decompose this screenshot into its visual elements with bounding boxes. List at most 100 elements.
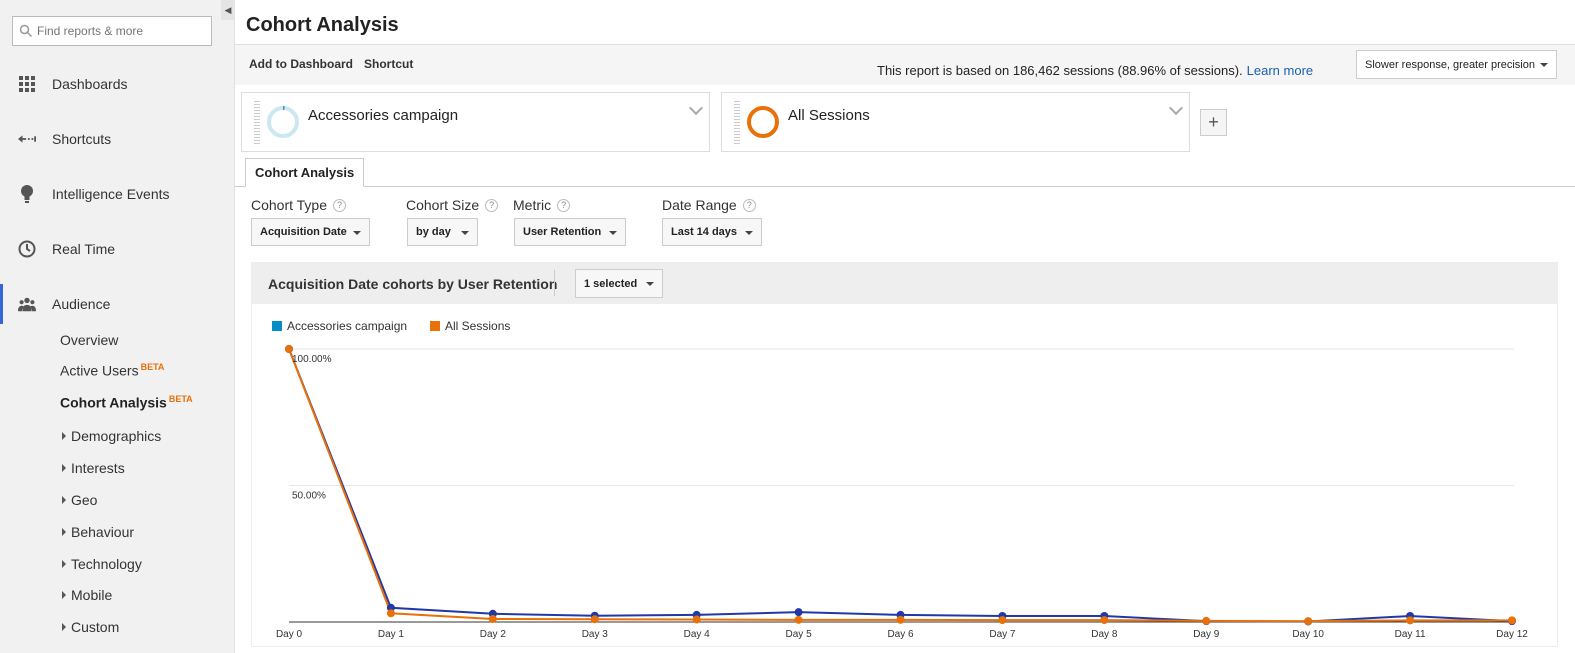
expand-triangle-icon	[62, 464, 66, 472]
data-point-1[interactable]	[998, 616, 1007, 625]
learn-more-link[interactable]: Learn more	[1247, 63, 1313, 78]
nav-intelligence-events[interactable]: Intelligence Events	[0, 174, 235, 214]
help-icon[interactable]: ?	[557, 198, 571, 212]
nav-behaviour[interactable]: Behaviour	[62, 524, 134, 540]
nav-mobile[interactable]: Mobile	[62, 587, 112, 603]
cohort-selection-dropdown[interactable]: 1 selected	[575, 269, 663, 298]
dropdown-value: User Retention	[523, 226, 602, 238]
nav-geo[interactable]: Geo	[62, 492, 97, 508]
dropdown-value: by day	[416, 226, 451, 238]
segment-name: All Sessions	[788, 107, 870, 124]
x-tick-label: Day 12	[1496, 629, 1528, 640]
plus-icon: +	[1208, 112, 1219, 132]
nav-label: Overview	[60, 332, 119, 348]
date-range-label: Date Range?	[662, 197, 756, 213]
drag-handle-icon[interactable]	[734, 101, 740, 145]
shortcut-button[interactable]: Shortcut	[364, 57, 413, 71]
x-tick-label: Day 9	[1193, 629, 1220, 640]
drag-handle-icon[interactable]	[254, 101, 260, 145]
caret-down-icon	[1540, 63, 1548, 67]
cohort-type-dropdown[interactable]: Acquisition Date	[251, 218, 370, 246]
x-tick-label: Day 2	[480, 629, 507, 640]
nav-real-time[interactable]: Real Time	[0, 229, 235, 269]
chevron-down-icon[interactable]	[688, 100, 704, 116]
nav-shortcuts[interactable]: Shortcuts	[0, 119, 235, 159]
caret-down-icon	[353, 231, 361, 235]
x-tick-label: Day 7	[989, 629, 1016, 640]
caret-down-icon	[461, 231, 469, 235]
y-tick-label: 100.00%	[292, 354, 332, 365]
metric-dropdown[interactable]: User Retention	[514, 218, 626, 246]
nav-dashboards[interactable]: Dashboards	[0, 64, 235, 104]
caret-down-icon	[745, 231, 753, 235]
search-input[interactable]	[37, 24, 207, 38]
data-point-1[interactable]	[1100, 616, 1109, 625]
data-point-1[interactable]	[1304, 617, 1313, 626]
nav-label: Behaviour	[71, 524, 135, 540]
data-point-1[interactable]	[896, 615, 905, 624]
dashboards-icon	[18, 75, 36, 93]
precision-value: Slower response, greater precision	[1365, 58, 1535, 71]
data-point-0[interactable]	[794, 608, 803, 617]
cohort-size-dropdown[interactable]: by day	[407, 218, 478, 246]
data-point-1[interactable]	[1508, 616, 1516, 625]
caret-left-icon: ◀	[224, 4, 232, 15]
collapse-sidebar-button[interactable]: ◀	[221, 0, 235, 20]
nav-overview[interactable]: Overview	[60, 332, 118, 348]
dropdown-value: Acquisition Date	[260, 226, 347, 238]
x-tick-label: Day 8	[1091, 629, 1118, 640]
chevron-down-icon[interactable]	[1168, 100, 1184, 116]
retention-line-chart: 100.00% 50.00% Day 0 Day 1 Day 2 Day 3 Day 4 Da…	[276, 345, 1528, 640]
page-title: Cohort Analysis	[246, 14, 399, 36]
chart-title: Acquisition Date cohorts by User Retenti…	[268, 276, 558, 292]
x-tick-label: Day 6	[887, 629, 914, 640]
x-tick-label: Day 3	[582, 629, 609, 640]
segment-donut-icon	[267, 106, 299, 138]
nav-cohort-analysis[interactable]: Cohort Analysis BETA	[60, 394, 193, 411]
caret-down-icon	[646, 282, 654, 286]
x-tick-label: Day 4	[684, 629, 711, 640]
data-point-1[interactable]	[794, 615, 803, 624]
control-label-text: Date Range	[662, 197, 737, 213]
nav-label: Audience	[52, 296, 111, 312]
date-range-dropdown[interactable]: Last 14 days	[662, 218, 762, 246]
expand-triangle-icon	[62, 432, 66, 440]
help-icon[interactable]: ?	[485, 198, 499, 212]
data-point-1[interactable]	[1406, 616, 1415, 625]
expand-triangle-icon	[62, 560, 66, 568]
nav-active-users[interactable]: Active Users BETA	[60, 362, 164, 379]
search-box[interactable]	[12, 16, 212, 46]
sampling-text: This report is based on 186,462 sessions…	[877, 63, 1243, 78]
cohort-type-label: Cohort Type?	[251, 197, 347, 213]
precision-dropdown[interactable]: Slower response, greater precision	[1356, 50, 1557, 79]
help-icon[interactable]: ?	[333, 198, 347, 212]
data-point-1[interactable]	[590, 615, 599, 624]
tab-bar-divider	[235, 186, 1575, 187]
data-point-1[interactable]	[1202, 616, 1211, 625]
nav-audience[interactable]: Audience	[0, 284, 235, 324]
add-to-dashboard-button[interactable]: Add to Dashboard	[249, 57, 353, 71]
nav-interests[interactable]: Interests	[62, 460, 125, 476]
clock-icon	[18, 240, 36, 258]
segment-donut-icon	[747, 106, 779, 138]
x-tick-label: Day 1	[378, 629, 405, 640]
sidebar: ◀ Dashboards Shortcuts Intelligence Even…	[0, 0, 235, 653]
sampling-notice: This report is based on 186,462 sessions…	[877, 63, 1313, 78]
segment-card-all-sessions[interactable]: All Sessions	[721, 92, 1190, 152]
tab-cohort-analysis[interactable]: Cohort Analysis	[245, 158, 365, 187]
nav-demographics[interactable]: Demographics	[62, 428, 161, 444]
nav-label: Interests	[71, 460, 125, 476]
data-point-1[interactable]	[488, 614, 497, 623]
data-point-1[interactable]	[692, 615, 701, 624]
nav-label: Real Time	[52, 241, 116, 257]
nav-technology[interactable]: Technology	[62, 556, 142, 572]
dropdown-value: Last 14 days	[671, 226, 738, 238]
segment-card-accessories[interactable]: Accessories campaign	[241, 92, 710, 152]
data-point-1[interactable]	[285, 345, 293, 353]
help-icon[interactable]: ?	[742, 198, 756, 212]
add-segment-button[interactable]: +	[1200, 109, 1227, 136]
shortcuts-icon	[18, 130, 36, 148]
nav-custom[interactable]: Custom	[62, 619, 119, 635]
data-point-1[interactable]	[386, 609, 395, 618]
x-tick-label: Day 11	[1395, 629, 1426, 640]
